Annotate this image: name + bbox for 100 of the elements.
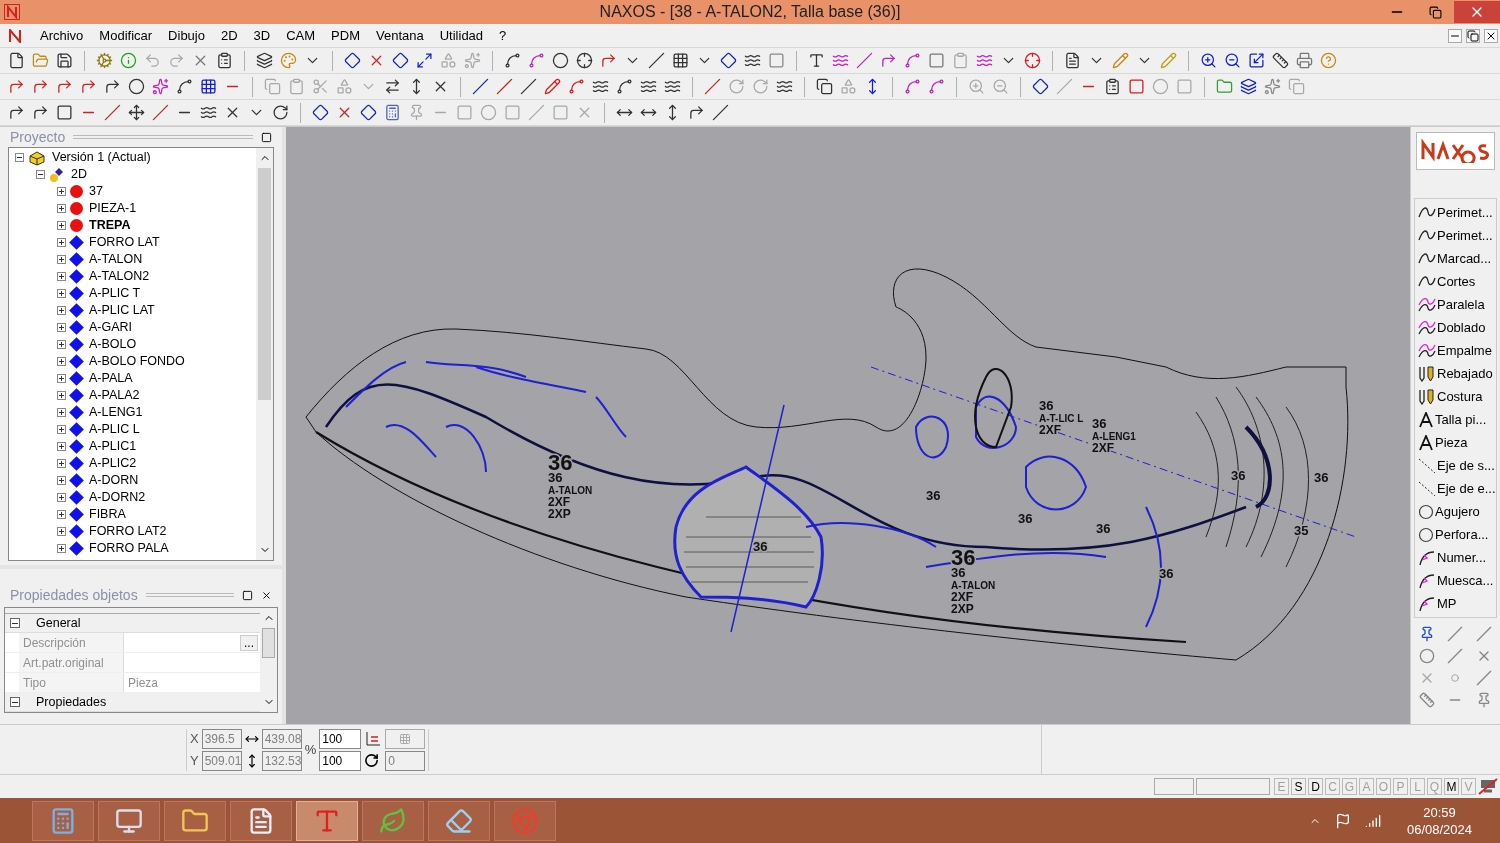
wave-icon[interactable] (640, 78, 657, 95)
tool-item[interactable]: Doblado (1415, 316, 1496, 339)
mirror-icon[interactable] (384, 78, 401, 95)
tool-item[interactable]: Perfora... (1415, 523, 1496, 546)
clipboard-icon[interactable] (952, 52, 969, 69)
curve-icon[interactable] (568, 78, 585, 95)
clipboard-icon[interactable] (1104, 78, 1121, 95)
taskbar-app[interactable] (428, 800, 490, 841)
scroll-thumb[interactable] (258, 168, 271, 400)
layers-icon[interactable] (256, 52, 273, 69)
expand-toggle[interactable] (57, 374, 66, 383)
tool-item[interactable]: Perimet... (1415, 224, 1496, 247)
tool-item[interactable]: MP (1415, 592, 1496, 615)
mode-flag[interactable]: D (1308, 778, 1323, 795)
expand-toggle[interactable] (57, 408, 66, 417)
menu-item[interactable]: Archivo (32, 25, 92, 46)
square-icon[interactable] (56, 104, 73, 121)
number-field[interactable]: 509.01 (201, 750, 242, 771)
tree-item[interactable]: FIBRA (89, 505, 126, 524)
clock-date[interactable]: 06/08/2024 (1406, 820, 1472, 838)
taskbar-app[interactable] (164, 800, 226, 841)
expand-toggle[interactable] (57, 357, 66, 366)
mode-flag[interactable]: M (1444, 778, 1459, 795)
tool-item[interactable]: Numer... (1415, 546, 1496, 569)
expand-toggle[interactable] (57, 510, 66, 519)
menu-item[interactable]: ? (491, 25, 515, 46)
tree-item[interactable]: A-BOLO (89, 335, 137, 354)
tree-item[interactable]: A-PLIC L (89, 420, 140, 439)
tree-item[interactable]: A-BOLO FONDO (89, 352, 185, 371)
tree-item[interactable]: A-PALA2 (89, 386, 140, 405)
tree-item[interactable]: 2D (71, 165, 87, 184)
tree-item[interactable]: FORRO LAT2 (89, 522, 167, 541)
expand-toggle[interactable] (57, 272, 66, 281)
document-icon[interactable] (1064, 52, 1081, 69)
save-icon[interactable] (56, 52, 73, 69)
wave-icon[interactable] (592, 78, 609, 95)
expand-toggle[interactable] (57, 204, 66, 213)
axis-icon[interactable] (364, 729, 383, 748)
expand-icon[interactable] (416, 52, 433, 69)
restore-icon[interactable] (1429, 5, 1442, 19)
line-icon[interactable] (648, 52, 665, 69)
minimize-icon[interactable] (1448, 28, 1462, 43)
tree-item[interactable]: A-PALA (89, 369, 133, 388)
crosshair-icon[interactable] (576, 52, 593, 69)
menu-item[interactable]: Modificar (91, 25, 161, 46)
tool-item[interactable]: Empalme (1415, 339, 1496, 362)
tool-item[interactable]: Marcad... (1415, 247, 1496, 270)
menu-item[interactable]: 2D (212, 25, 246, 46)
new-file-icon[interactable] (8, 52, 25, 69)
tool-item[interactable]: Muesca... (1415, 569, 1496, 592)
signal-icon[interactable] (1364, 812, 1381, 829)
tool-item[interactable]: Agujero (1415, 500, 1496, 523)
expand-toggle[interactable] (57, 187, 66, 196)
tree-item[interactable]: 37 (89, 182, 103, 201)
tree-item[interactable]: Versión 1 (Actual) (52, 148, 151, 167)
menu-item[interactable]: Dibujo (160, 25, 213, 46)
tree-item[interactable]: FORRO LAT (89, 233, 160, 252)
expand-toggle[interactable] (57, 238, 66, 247)
dock-icon[interactable] (261, 131, 272, 143)
tree-item[interactable]: A-TALON2 (89, 267, 150, 286)
tree-item[interactable]: A-PLIC LAT (89, 301, 155, 320)
close-icon[interactable] (1484, 28, 1498, 43)
expand-toggle[interactable] (57, 425, 66, 434)
browse-button[interactable]: ... (240, 634, 258, 651)
taskbar-app[interactable] (296, 800, 358, 841)
number-field[interactable]: 132.53 (261, 750, 302, 771)
ellipse-icon[interactable] (128, 78, 145, 95)
tree-item[interactable]: A-PLIC1 (89, 437, 137, 456)
number-field[interactable]: 439.08 (261, 728, 302, 749)
tool-item[interactable]: Eje de e... (1415, 477, 1496, 500)
tree-item[interactable]: A-DORN2 (89, 488, 146, 507)
diamond-icon[interactable] (344, 52, 361, 69)
tool-item[interactable]: Paralela (1415, 293, 1496, 316)
line-icon[interactable] (520, 78, 537, 95)
expand-toggle[interactable] (36, 170, 45, 179)
dock-icon[interactable] (242, 589, 253, 601)
tree-item[interactable]: PIEZA-1 (89, 199, 137, 218)
taskbar-app[interactable] (32, 800, 94, 841)
taskbar-app[interactable] (230, 800, 292, 841)
menu-item[interactable]: CAM (278, 25, 324, 46)
rotate-icon[interactable] (272, 104, 289, 121)
expand-toggle[interactable] (10, 618, 20, 628)
help-icon[interactable] (1320, 52, 1337, 69)
zoom-out-icon[interactable] (1224, 52, 1241, 69)
expand-toggle[interactable] (10, 697, 20, 707)
scrollbar[interactable] (256, 148, 273, 560)
tool-item[interactable]: Costura (1415, 385, 1496, 408)
line-icon[interactable] (496, 78, 513, 95)
diamond-icon[interactable] (360, 104, 377, 121)
scrollbar[interactable] (260, 608, 277, 712)
property-group[interactable]: General (36, 613, 81, 633)
wave-icon[interactable] (744, 52, 761, 69)
tool-item[interactable]: Perimet... (1415, 201, 1496, 224)
expand-toggle[interactable] (57, 442, 66, 451)
tree-item[interactable]: A-LENG1 (89, 403, 143, 422)
palette-icon[interactable] (280, 52, 297, 69)
expand-toggle[interactable] (57, 306, 66, 315)
text-icon[interactable] (808, 52, 825, 69)
expand-toggle[interactable] (57, 221, 66, 230)
target-icon[interactable] (1024, 52, 1041, 69)
